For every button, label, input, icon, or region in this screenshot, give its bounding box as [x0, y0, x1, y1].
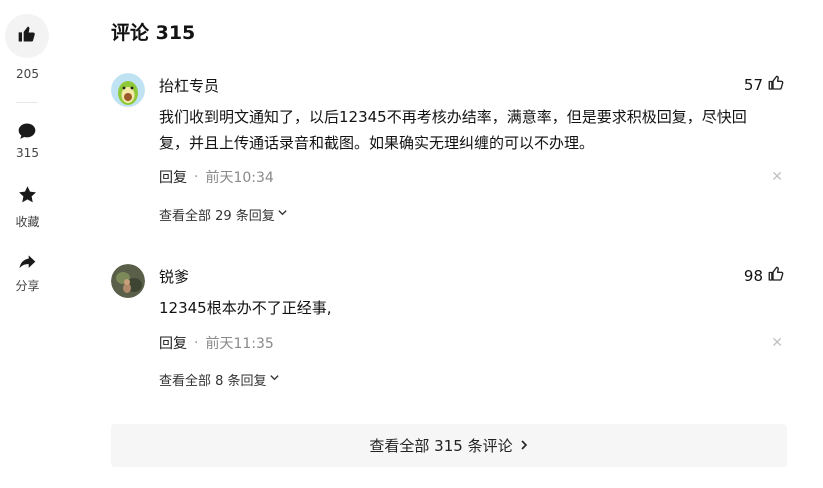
like-count: 205 — [16, 67, 39, 81]
comment-text-line: 复，并且上传通话录音和截图。如果确实无理纠缠的可以不办理。 — [159, 134, 595, 152]
star-icon[interactable] — [16, 183, 38, 205]
close-icon[interactable]: ✕ — [771, 169, 783, 185]
author-name[interactable]: 锐爹 — [159, 266, 189, 287]
view-replies-label: 查看全部 29 条回复 — [159, 209, 275, 224]
comment-count: 315 — [16, 146, 39, 160]
view-replies-link[interactable]: 查看全部 29 条回复 — [159, 205, 288, 224]
reply-button[interactable]: 回复 — [159, 167, 187, 187]
chevron-down-icon — [277, 207, 288, 222]
meta-separator: · — [194, 169, 199, 185]
chevron-right-icon — [519, 437, 529, 455]
like-count: 57 — [743, 76, 763, 94]
comment-meta: 回复 · 前天10:34 — [159, 167, 274, 187]
view-replies-label: 查看全部 8 条回复 — [159, 374, 267, 389]
like-button[interactable]: 57 — [744, 73, 785, 97]
view-all-comments-button[interactable]: 查看全部 315 条评论 — [111, 424, 787, 467]
comment-meta: 回复 · 前天11:35 — [159, 333, 274, 353]
share-label: 分享 — [15, 279, 40, 293]
rail-divider — [16, 102, 38, 103]
like-button[interactable] — [5, 14, 49, 58]
view-replies-link[interactable]: 查看全部 8 条回复 — [159, 370, 280, 389]
author-name[interactable]: 抬杠专员 — [159, 75, 219, 96]
avatar[interactable] — [111, 264, 145, 298]
reply-button[interactable]: 回复 — [159, 333, 187, 353]
comment-item: 抬杠专员 57 我们收到明文通知了，以后12345不再考核办结率，满意率，但是要… — [111, 73, 787, 224]
comment-item: 锐爹 98 12345根本办不了正经事, 回复 · 前天11:35 ✕ 查看全部… — [111, 264, 787, 389]
favorite-label: 收藏 — [15, 215, 40, 229]
comment-text-line: 12345根本办不了正经事, — [159, 299, 332, 317]
chevron-down-icon — [269, 372, 280, 387]
share-arrow-icon[interactable] — [16, 251, 38, 273]
meta-separator: · — [194, 335, 199, 351]
like-count: 98 — [743, 267, 763, 285]
comments-title: 评论 315 — [111, 22, 196, 44]
comment-text: 12345根本办不了正经事, — [159, 295, 784, 321]
close-icon[interactable]: ✕ — [771, 335, 783, 351]
avatar[interactable] — [111, 73, 145, 107]
timestamp: 前天10:34 — [205, 170, 274, 186]
timestamp: 前天11:35 — [205, 336, 274, 352]
thumbs-up-outline-icon — [767, 74, 785, 96]
comment-text-line: 我们收到明文通知了，以后12345不再考核办结率，满意率，但是要求积极回复，尽快… — [159, 108, 747, 126]
thumbs-up-icon — [17, 24, 37, 48]
view-all-comments-label: 查看全部 315 条评论 — [369, 437, 513, 455]
comment-text: 我们收到明文通知了，以后12345不再考核办结率，满意率，但是要求积极回复，尽快… — [159, 104, 784, 156]
comment-bubble-icon[interactable] — [16, 120, 38, 142]
like-button[interactable]: 98 — [744, 264, 785, 288]
thumbs-up-outline-icon — [767, 265, 785, 287]
